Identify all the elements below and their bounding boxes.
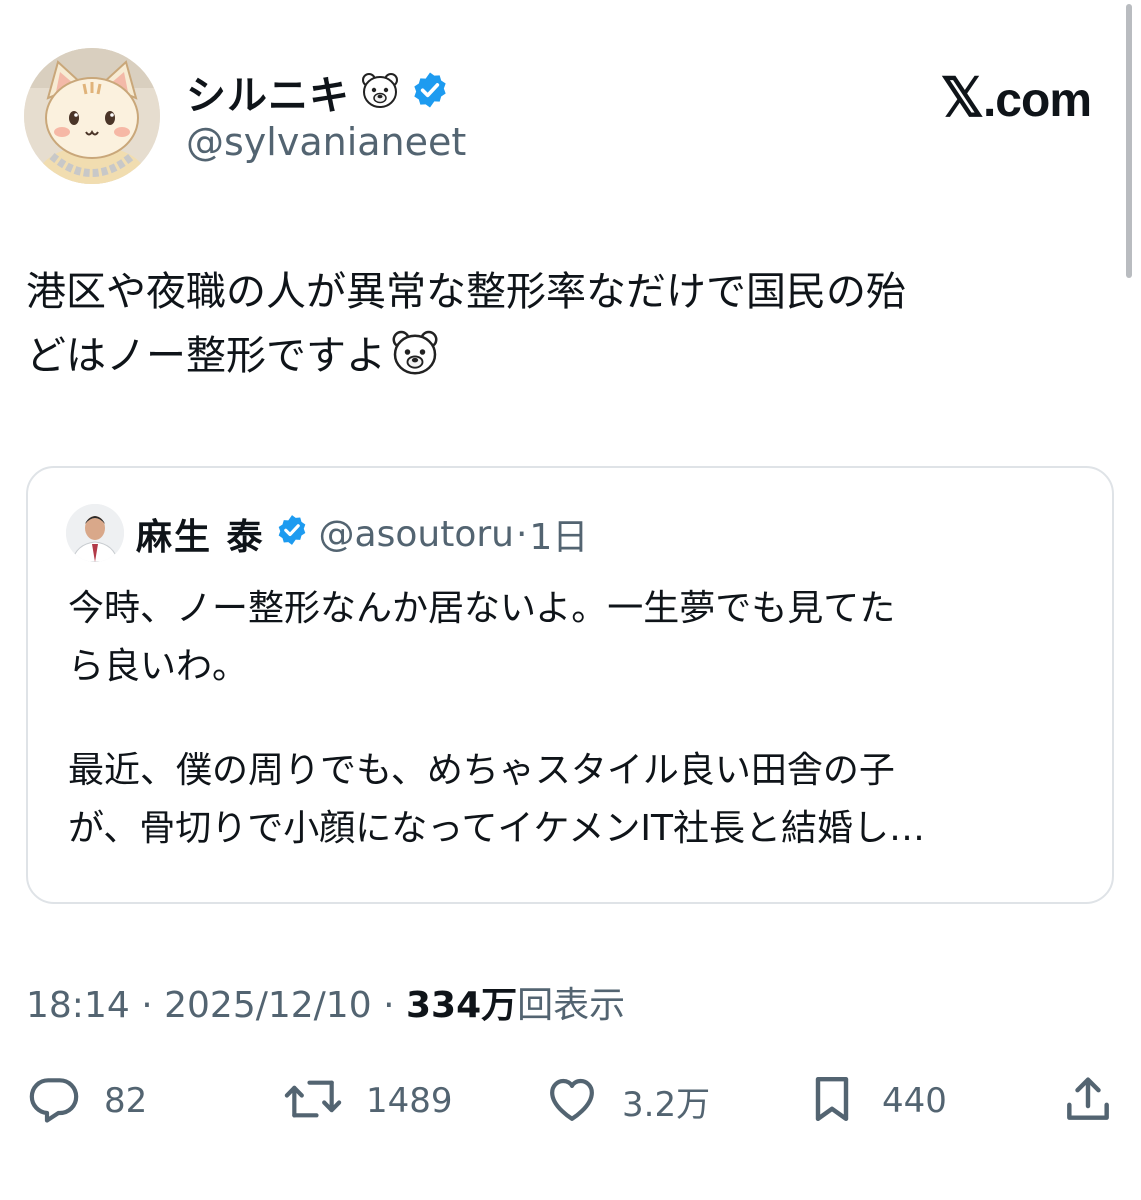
author-display-name[interactable]: シルニキ	[186, 63, 350, 121]
tweet-text-line: どはノー整形ですよ	[26, 324, 1116, 396]
quoted-tweet-text: 今時、ノー整形なんか居ないよ。一生夢でも見てた ら良いわ。 最近、僕の周りでも、…	[68, 580, 1078, 858]
like-button[interactable]: 3.2万	[544, 1068, 710, 1134]
quoted-author-handle[interactable]: @asoutoru	[319, 514, 514, 555]
quoted-author-avatar[interactable]	[66, 504, 124, 562]
view-count: 334万	[405, 985, 518, 1026]
bookmark-button[interactable]: 440	[804, 1068, 947, 1134]
polar-bear-emoji-icon	[360, 70, 400, 114]
share-icon	[1060, 1071, 1116, 1131]
share-button[interactable]	[1060, 1068, 1116, 1134]
person-avatar-icon	[66, 504, 124, 562]
like-count: 3.2万	[622, 1084, 711, 1125]
tweet-text-line-content: どはノー整形ですよ	[26, 333, 386, 379]
bookmark-count: 440	[882, 1081, 947, 1121]
post-time[interactable]: 18:14	[26, 985, 130, 1026]
reply-count: 82	[104, 1081, 148, 1121]
polar-bear-emoji-icon	[390, 327, 440, 396]
separator-dot: ·	[515, 513, 528, 555]
quoted-text-line: が、骨切りで小顔になってイケメンIT社長と結婚し…	[68, 808, 926, 849]
author-name-row[interactable]: シルニキ	[186, 64, 450, 120]
post-date[interactable]: 2025/12/10	[164, 985, 372, 1026]
retweet-icon	[282, 1071, 344, 1131]
tweet-meta: 18:14 · 2025/12/10 · 334万回表示	[26, 976, 625, 1028]
quoted-tweet-time[interactable]: 1日	[529, 508, 588, 560]
separator-dot: ·	[383, 985, 395, 1026]
scrollbar[interactable]	[1126, 4, 1132, 278]
x-logo-icon: 𝕏	[940, 68, 984, 128]
retweet-count: 1489	[366, 1081, 453, 1121]
heart-icon	[544, 1071, 600, 1131]
verified-badge-icon[interactable]	[410, 70, 450, 114]
view-count-label: 回表示	[517, 985, 626, 1026]
reply-icon	[26, 1071, 82, 1131]
quoted-text-line: 最近、僕の周りでも、めちゃスタイル良い田舎の子	[68, 750, 895, 791]
retweet-button[interactable]: 1489	[282, 1068, 453, 1134]
x-com-logo: 𝕏.com	[940, 66, 1092, 129]
action-bar: 82 1489 3.2万 440	[26, 1068, 1116, 1134]
cat-avatar-icon	[24, 48, 160, 184]
tweet-text: 港区や夜職の人が異常な整形率なだけで国民の殆 どはノー整形ですよ	[26, 260, 1116, 396]
reply-button[interactable]: 82	[26, 1068, 147, 1134]
quoted-text-line: 今時、ノー整形なんか居ないよ。一生夢でも見てた	[68, 588, 896, 629]
quoted-tweet-header: 麻生 泰 @asoutoru · 1日	[136, 508, 588, 560]
quoted-author-name[interactable]: 麻生 泰	[136, 508, 265, 560]
author-avatar[interactable]	[24, 48, 160, 184]
quoted-text-line: ら良いわ。	[68, 646, 249, 687]
brand-suffix: .com	[982, 74, 1092, 127]
author-handle[interactable]: @sylvanianeet	[186, 120, 466, 164]
verified-badge-icon[interactable]	[275, 513, 309, 556]
tweet-text-line: 港区や夜職の人が異常な整形率なだけで国民の殆	[26, 269, 906, 315]
bookmark-icon	[804, 1071, 860, 1131]
quoted-tweet-card[interactable]: 麻生 泰 @asoutoru · 1日 今時、ノー整形なんか居ないよ。一生夢でも…	[26, 466, 1114, 904]
separator-dot: ·	[141, 985, 153, 1026]
